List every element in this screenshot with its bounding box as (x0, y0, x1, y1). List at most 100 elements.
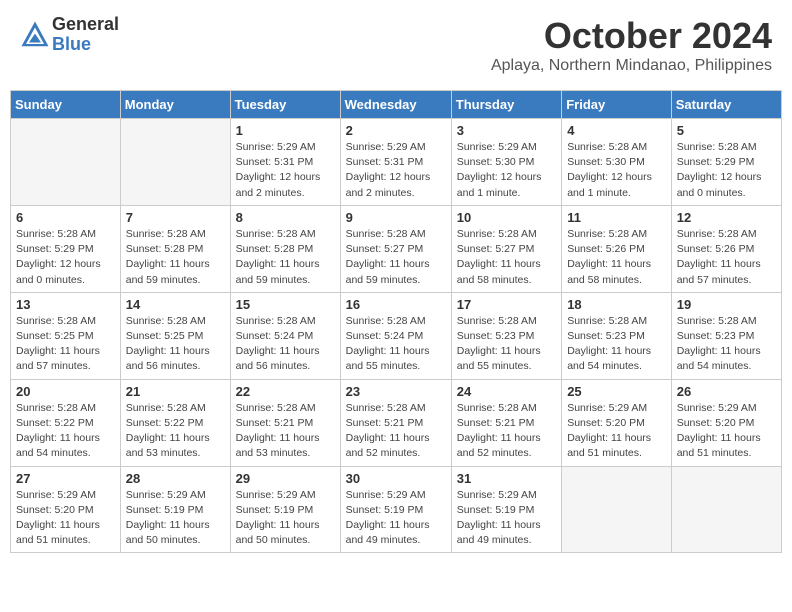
calendar-cell: 4 Sunrise: 5:28 AM Sunset: 5:30 PM Daylig… (562, 119, 672, 206)
calendar-cell: 17 Sunrise: 5:28 AM Sunset: 5:23 PM Dayli… (451, 292, 561, 379)
day-number: 8 (236, 210, 335, 225)
calendar-week-row: 27Sunrise: 5:29 AM Sunset: 5:20 PM Dayli… (11, 466, 782, 553)
day-number: 29 (236, 471, 335, 486)
month-title: October 2024 (491, 15, 772, 57)
day-detail: Sunrise: 5:28 AM Sunset: 5:26 PM Dayligh… (567, 227, 666, 288)
calendar-cell: 31Sunrise: 5:29 AM Sunset: 5:19 PM Dayli… (451, 466, 561, 553)
logo-blue-text: Blue (52, 35, 119, 55)
calendar-day-header: Tuesday (230, 91, 340, 119)
calendar-table: SundayMondayTuesdayWednesdayThursdayFrid… (10, 90, 782, 553)
day-detail: Sunrise: 5:28 AM Sunset: 5:25 PM Dayligh… (126, 314, 225, 375)
calendar-day-header: Saturday (671, 91, 781, 119)
day-detail: Sunrise: 5:28 AM Sunset: 5:22 PM Dayligh… (126, 401, 225, 462)
day-detail: Sunrise: 5:29 AM Sunset: 5:30 PM Dayligh… (457, 140, 556, 201)
day-number: 17 (457, 297, 556, 312)
day-number: 1 (236, 123, 335, 138)
day-number: 3 (457, 123, 556, 138)
day-number: 15 (236, 297, 335, 312)
calendar-cell: 5 Sunrise: 5:28 AM Sunset: 5:29 PM Daylig… (671, 119, 781, 206)
day-detail: Sunrise: 5:28 AM Sunset: 5:24 PM Dayligh… (346, 314, 446, 375)
day-detail: Sunrise: 5:28 AM Sunset: 5:27 PM Dayligh… (457, 227, 556, 288)
calendar-cell: 25 Sunrise: 5:29 AM Sunset: 5:20 PM Dayli… (562, 379, 672, 466)
day-number: 6 (16, 210, 115, 225)
calendar-cell (562, 466, 672, 553)
day-number: 14 (126, 297, 225, 312)
calendar-cell: 11 Sunrise: 5:28 AM Sunset: 5:26 PM Dayli… (562, 205, 672, 292)
day-number: 11 (567, 210, 666, 225)
day-number: 22 (236, 384, 335, 399)
day-detail: Sunrise: 5:29 AM Sunset: 5:20 PM Dayligh… (16, 488, 115, 549)
day-detail: Sunrise: 5:28 AM Sunset: 5:23 PM Dayligh… (567, 314, 666, 375)
day-number: 19 (677, 297, 776, 312)
logo: General Blue (20, 15, 119, 55)
calendar-cell: 22 Sunrise: 5:28 AM Sunset: 5:21 PM Dayli… (230, 379, 340, 466)
calendar-cell (671, 466, 781, 553)
calendar-cell (120, 119, 230, 206)
calendar-cell: 24 Sunrise: 5:28 AM Sunset: 5:21 PM Dayli… (451, 379, 561, 466)
calendar-cell: 13Sunrise: 5:28 AM Sunset: 5:25 PM Dayli… (11, 292, 121, 379)
day-detail: Sunrise: 5:29 AM Sunset: 5:31 PM Dayligh… (346, 140, 446, 201)
day-detail: Sunrise: 5:29 AM Sunset: 5:19 PM Dayligh… (346, 488, 446, 549)
calendar-cell: 6 Sunrise: 5:28 AM Sunset: 5:29 PM Daylig… (11, 205, 121, 292)
calendar-day-header: Sunday (11, 91, 121, 119)
day-detail: Sunrise: 5:29 AM Sunset: 5:20 PM Dayligh… (567, 401, 666, 462)
day-number: 21 (126, 384, 225, 399)
calendar-cell: 12 Sunrise: 5:28 AM Sunset: 5:26 PM Dayli… (671, 205, 781, 292)
day-detail: Sunrise: 5:29 AM Sunset: 5:31 PM Dayligh… (236, 140, 335, 201)
day-number: 20 (16, 384, 115, 399)
calendar-cell: 30 Sunrise: 5:29 AM Sunset: 5:19 PM Dayli… (340, 466, 451, 553)
day-detail: Sunrise: 5:29 AM Sunset: 5:19 PM Dayligh… (236, 488, 335, 549)
logo-icon (20, 20, 50, 50)
day-number: 5 (677, 123, 776, 138)
day-detail: Sunrise: 5:28 AM Sunset: 5:23 PM Dayligh… (677, 314, 776, 375)
day-number: 10 (457, 210, 556, 225)
calendar-week-row: 6 Sunrise: 5:28 AM Sunset: 5:29 PM Daylig… (11, 205, 782, 292)
calendar-week-row: 13 Sunrise: 5:28 AM Sunset: 5:25 PM Dayli… (11, 292, 782, 379)
logo-general-text: General (52, 15, 119, 35)
page-header: General Blue October 2024 Aplaya, Northe… (10, 10, 782, 80)
day-detail: Sunrise: 5:29 AM Sunset: 5:19 PM Dayligh… (126, 488, 225, 549)
calendar-cell: 9 Sunrise: 5:28 AM Sunset: 5:27 PM Daylig… (340, 205, 451, 292)
calendar-cell: 18Sunrise: 5:28 AM Sunset: 5:23 PM Dayli… (562, 292, 672, 379)
day-number: 13 (16, 297, 115, 312)
day-detail: Sunrise: 5:28 AM Sunset: 5:21 PM Dayligh… (457, 401, 556, 462)
day-detail: Sunrise: 5:28 AM Sunset: 5:26 PM Dayligh… (677, 227, 776, 288)
calendar-cell: 15 Sunrise: 5:28 AM Sunset: 5:24 PM Dayli… (230, 292, 340, 379)
calendar-cell: 1 Sunrise: 5:29 AM Sunset: 5:31 PM Daylig… (230, 119, 340, 206)
calendar-cell: 20 Sunrise: 5:28 AM Sunset: 5:22 PM Dayli… (11, 379, 121, 466)
calendar-cell (11, 119, 121, 206)
calendar-cell: 27Sunrise: 5:29 AM Sunset: 5:20 PM Dayli… (11, 466, 121, 553)
calendar-cell: 23 Sunrise: 5:28 AM Sunset: 5:21 PM Dayli… (340, 379, 451, 466)
day-detail: Sunrise: 5:28 AM Sunset: 5:28 PM Dayligh… (126, 227, 225, 288)
day-number: 26 (677, 384, 776, 399)
day-detail: Sunrise: 5:28 AM Sunset: 5:24 PM Dayligh… (236, 314, 335, 375)
day-detail: Sunrise: 5:29 AM Sunset: 5:20 PM Dayligh… (677, 401, 776, 462)
day-detail: Sunrise: 5:28 AM Sunset: 5:22 PM Dayligh… (16, 401, 115, 462)
day-detail: Sunrise: 5:28 AM Sunset: 5:23 PM Dayligh… (457, 314, 556, 375)
day-detail: Sunrise: 5:28 AM Sunset: 5:21 PM Dayligh… (346, 401, 446, 462)
calendar-week-row: 1 Sunrise: 5:29 AM Sunset: 5:31 PM Daylig… (11, 119, 782, 206)
day-detail: Sunrise: 5:28 AM Sunset: 5:21 PM Dayligh… (236, 401, 335, 462)
day-number: 4 (567, 123, 666, 138)
title-section: October 2024 Aplaya, Northern Mindanao, … (491, 15, 772, 75)
calendar-day-header: Friday (562, 91, 672, 119)
day-number: 12 (677, 210, 776, 225)
day-number: 25 (567, 384, 666, 399)
day-number: 30 (346, 471, 446, 486)
calendar-day-header: Wednesday (340, 91, 451, 119)
day-number: 31 (457, 471, 556, 486)
day-detail: Sunrise: 5:28 AM Sunset: 5:29 PM Dayligh… (677, 140, 776, 201)
day-number: 7 (126, 210, 225, 225)
day-number: 23 (346, 384, 446, 399)
calendar-cell: 26 Sunrise: 5:29 AM Sunset: 5:20 PM Dayli… (671, 379, 781, 466)
day-detail: Sunrise: 5:28 AM Sunset: 5:30 PM Dayligh… (567, 140, 666, 201)
day-number: 28 (126, 471, 225, 486)
day-detail: Sunrise: 5:28 AM Sunset: 5:29 PM Dayligh… (16, 227, 115, 288)
day-detail: Sunrise: 5:28 AM Sunset: 5:27 PM Dayligh… (346, 227, 446, 288)
day-number: 24 (457, 384, 556, 399)
calendar-cell: 3 Sunrise: 5:29 AM Sunset: 5:30 PM Daylig… (451, 119, 561, 206)
day-number: 9 (346, 210, 446, 225)
calendar-week-row: 20 Sunrise: 5:28 AM Sunset: 5:22 PM Dayli… (11, 379, 782, 466)
day-detail: Sunrise: 5:28 AM Sunset: 5:28 PM Dayligh… (236, 227, 335, 288)
calendar-cell: 21 Sunrise: 5:28 AM Sunset: 5:22 PM Dayli… (120, 379, 230, 466)
